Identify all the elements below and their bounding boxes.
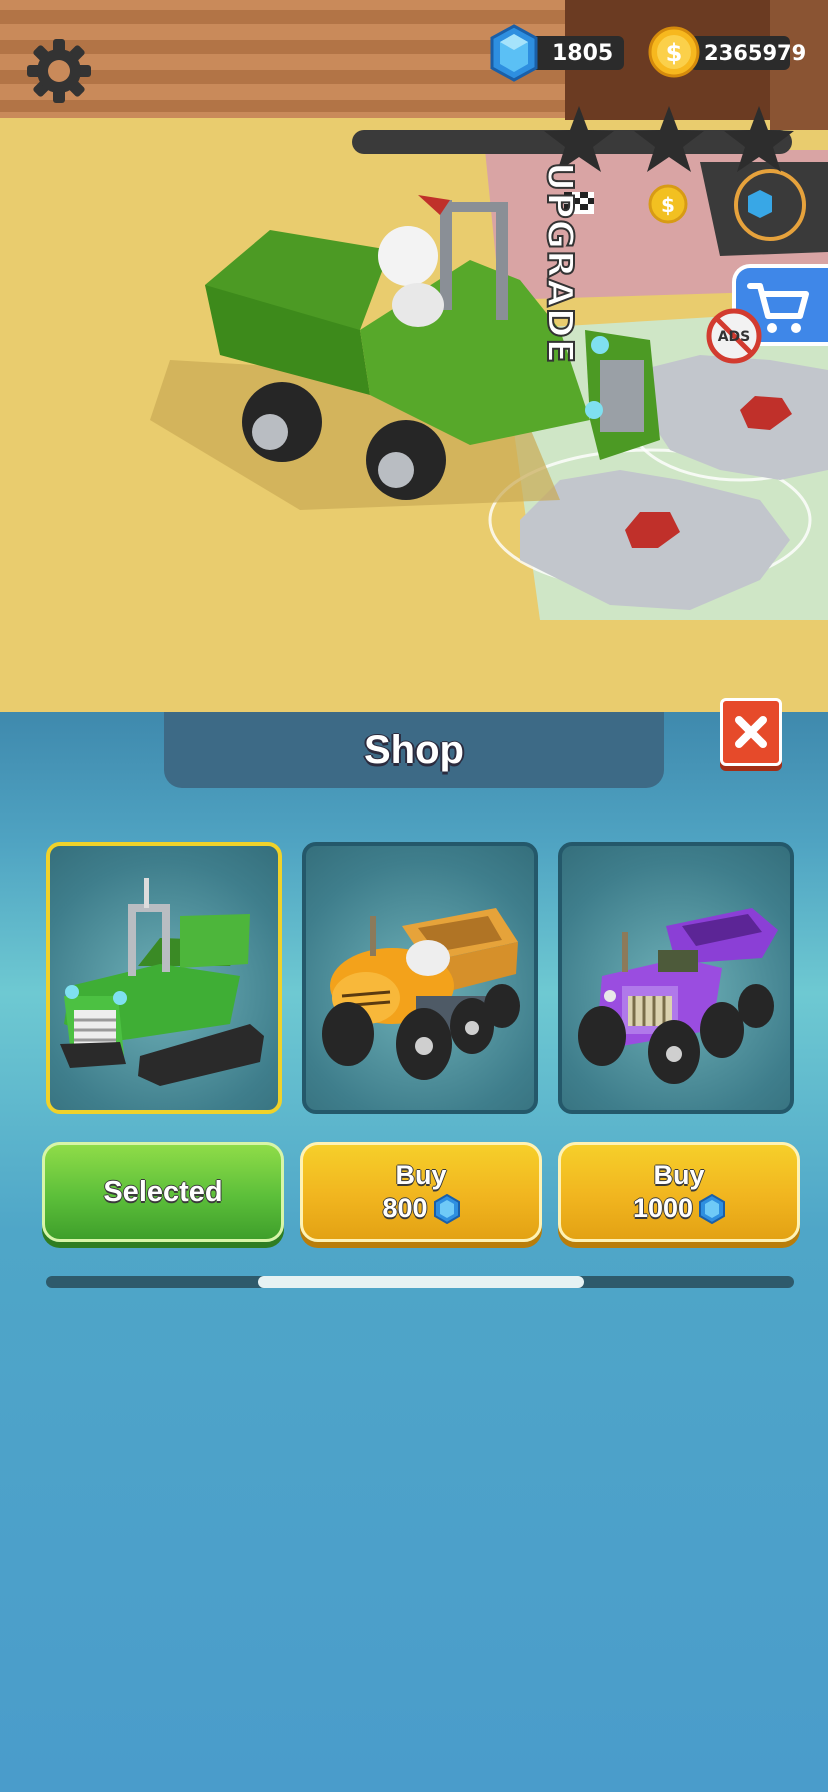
vehicle-card-purple-truck[interactable] [558, 842, 794, 1114]
shop-scrollbar[interactable] [46, 1276, 794, 1288]
close-button[interactable] [720, 698, 782, 766]
game-scene: $ 1805 2365979 $ ADS [0, 0, 828, 712]
shop-header: Shop [164, 712, 664, 788]
green-truck-icon [60, 878, 264, 1086]
gem-icon [699, 1193, 726, 1224]
gem-icon [490, 24, 538, 82]
buy-orange-tractor-button[interactable]: Buy 800 [300, 1142, 542, 1242]
no-ads-badge[interactable]: ADS [706, 308, 762, 364]
svg-text:$: $ [661, 193, 675, 217]
svg-text:$: $ [666, 39, 683, 67]
purple-truck-icon [578, 908, 778, 1084]
star-icon [634, 106, 704, 172]
price-value: 1000 [632, 1193, 694, 1223]
coin-icon: $ [648, 26, 700, 78]
settings-button[interactable] [24, 36, 94, 106]
buy-purple-truck-button[interactable]: Buy 1000 [558, 1142, 800, 1242]
shop-title: Shop [364, 727, 464, 772]
close-icon [735, 716, 767, 748]
gem-count: 1805 [552, 40, 614, 66]
vehicle-card-orange-tractor[interactable] [302, 842, 538, 1114]
price-row: 800 [382, 1193, 460, 1224]
no-ads-label: ADS [718, 329, 751, 345]
shop-panel: Shop Selected Buy 800 Buy 1000 [0, 698, 828, 1792]
selected-label: Selected [103, 1175, 223, 1208]
star-icon [724, 106, 794, 172]
gem-icon [433, 1193, 460, 1224]
upgrade-pad-label: UPGRADE [470, 161, 581, 365]
selected-button[interactable]: Selected [42, 1142, 284, 1242]
coin-count: 2365979 [704, 41, 807, 65]
gear-icon [27, 39, 91, 103]
scrollbar-thumb[interactable] [258, 1276, 584, 1288]
price-row: 1000 [632, 1193, 726, 1224]
buy-label: Buy [653, 1160, 705, 1190]
coin-counter: 2365979 [690, 36, 806, 70]
orange-tractor-icon [322, 908, 520, 1080]
vehicle-card-green-truck[interactable] [46, 842, 282, 1114]
buy-label: Buy [395, 1160, 447, 1190]
price-value: 800 [382, 1193, 428, 1223]
